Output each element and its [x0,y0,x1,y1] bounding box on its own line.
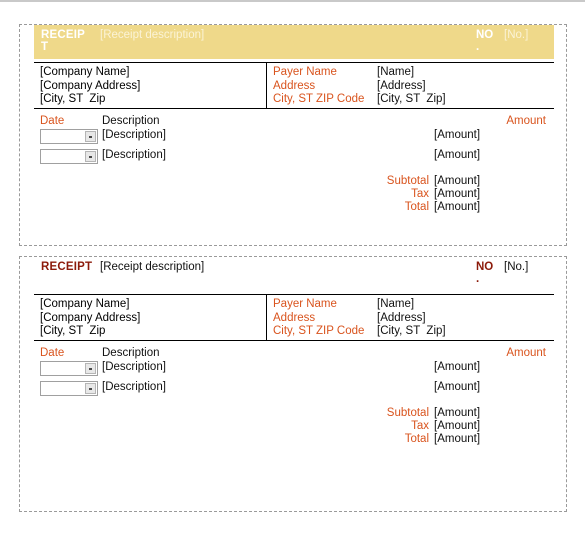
receipt-1-tax-value[interactable]: [Amount] [434,188,480,201]
receipt-1-address-divider [266,63,267,108]
receipt-1-items: Date Description Amount [Description] [A… [34,115,554,214]
receipt-1-title: RECEIP T [41,29,93,53]
receipt-1-address-table: [Company Name] [Company Address] [City, … [34,62,554,109]
receipt-2-company-block: [Company Name] [Company Address] [City, … [40,298,260,339]
receipt-2-title: RECEIPT [41,261,93,273]
receipt-2-items: Date Description Amount [Description] [A… [34,347,554,446]
receipt-1-description-row1[interactable]: [Description] [102,129,166,142]
receipt-2-payer-address-label: Address [273,311,316,324]
receipt-template-page: RECEIP T [Receipt description] NO. [No.] … [0,0,585,540]
receipt-1-body: RECEIP T [Receipt description] NO. [No.] … [34,25,554,214]
receipt-2-payer-labels: Payer Name Address City, ST ZIP Code [273,298,373,339]
receipt-1-no-line2: . [476,41,480,53]
calendar-dropdown-icon[interactable] [85,151,96,162]
receipt-1-amount-row2[interactable]: [Amount] [434,149,480,162]
receipt-1-description[interactable]: [Receipt description] [100,29,204,41]
receipt-2-payer-city-value[interactable]: [City, ST Zip] [377,325,547,339]
receipt-2-description-row2[interactable]: [Description] [102,381,166,394]
receipt-1-company-city[interactable]: [City, ST Zip [40,93,260,107]
receipt-1-payer-address-value[interactable]: [Address] [377,80,547,94]
receipt-1-payer-name-value[interactable]: [Name] [377,66,547,80]
receipt-2-description-column-header: Description [102,347,160,359]
receipt-2-title-band: RECEIPT [Receipt description] NO. [No.] [34,257,554,291]
receipt-1-total-label: Total [404,201,429,213]
receipt-2-subtotal-value[interactable]: [Amount] [434,407,480,420]
receipt-2-subtotal-label: Subtotal [386,407,429,419]
receipt-1-date-input-row2[interactable] [40,149,98,164]
receipt-2-company-address[interactable]: [Company Address] [40,312,260,326]
receipt-1-date-input-row1[interactable] [40,129,98,144]
receipt-1-title-line2: T [41,41,49,53]
receipt-2-no-value[interactable]: [No.] [504,261,528,273]
receipt-2-description[interactable]: [Receipt description] [100,261,204,273]
receipt-1-date-column-header: Date [40,115,65,127]
calendar-dropdown-icon[interactable] [85,131,96,142]
receipt-2-title-line1: RECEIPT [41,261,93,273]
receipt-2-total-label: Total [404,433,429,445]
receipt-2-no-line2: . [476,273,480,285]
receipt-1-no-line1: NO [476,29,494,41]
receipt-2-no-line1: NO [476,261,494,273]
receipt-1-payer-labels: Payer Name Address City, ST ZIP Code [273,66,373,107]
receipt-2-company-city[interactable]: [City, ST Zip [40,325,260,339]
receipt-block-1: RECEIP T [Receipt description] NO. [No.] … [19,24,567,246]
receipt-1-title-line1: RECEIP [41,29,86,41]
receipt-1-company-name[interactable]: [Company Name] [40,66,260,80]
receipt-1-no-value[interactable]: [No.] [504,29,528,41]
receipt-2-payer-name-value[interactable]: [Name] [377,298,547,312]
receipt-1-total-value[interactable]: [Amount] [434,201,480,214]
page-content: RECEIP T [Receipt description] NO. [No.] … [19,24,567,512]
receipt-2-payer-name-label: Payer Name [273,298,337,310]
receipt-1-payer-name-label: Payer Name [273,66,337,78]
receipt-1-title-band: RECEIP T [Receipt description] NO. [No.] [34,25,554,59]
receipt-1-amount-column-header: Amount [506,115,546,127]
receipt-2-total-value[interactable]: [Amount] [434,433,480,446]
receipt-2-amount-column-header: Amount [506,347,546,359]
receipt-1-company-address[interactable]: [Company Address] [40,80,260,94]
calendar-dropdown-icon[interactable] [85,363,96,374]
receipt-1-tax-label: Tax [411,188,429,200]
receipt-2-payer-values: [Name] [Address] [City, ST Zip] [377,298,547,339]
receipt-1-subtotal-value[interactable]: [Amount] [434,175,480,188]
receipt-1-description-column-header: Description [102,115,160,127]
receipt-2-company-name[interactable]: [Company Name] [40,298,260,312]
receipt-2-payer-city-label: City, ST ZIP Code [273,325,365,337]
receipt-2-body: RECEIPT [Receipt description] NO. [No.] … [34,257,554,446]
receipt-1-subtotal-label: Subtotal [386,175,429,187]
receipt-2-tax-label: Tax [411,420,429,432]
receipt-2-address-divider [266,295,267,340]
receipt-2-payer-address-value[interactable]: [Address] [377,312,547,326]
receipt-2-date-column-header: Date [40,347,65,359]
receipt-1-no-label: NO. [476,29,500,53]
receipt-1-payer-address-label: Address [273,79,316,92]
receipt-1-company-block: [Company Name] [Company Address] [City, … [40,66,260,107]
receipt-1-amount-row1[interactable]: [Amount] [434,129,480,142]
receipt-2-date-input-row1[interactable] [40,361,98,376]
receipt-2-tax-value[interactable]: [Amount] [434,420,480,433]
receipt-2-description-row1[interactable]: [Description] [102,361,166,374]
receipt-1-payer-city-value[interactable]: [City, ST Zip] [377,93,547,107]
receipt-block-2: RECEIPT [Receipt description] NO. [No.] … [19,256,567,512]
receipt-2-date-input-row2[interactable] [40,381,98,396]
receipt-2-no-label: NO. [476,261,500,285]
receipt-1-payer-values: [Name] [Address] [City, ST Zip] [377,66,547,107]
receipt-1-payer-city-label: City, ST ZIP Code [273,93,365,105]
receipt-2-amount-row2[interactable]: [Amount] [434,381,480,394]
calendar-dropdown-icon[interactable] [85,383,96,394]
receipt-2-amount-row1[interactable]: [Amount] [434,361,480,374]
receipt-2-address-table: [Company Name] [Company Address] [City, … [34,294,554,341]
receipt-1-description-row2[interactable]: [Description] [102,149,166,162]
